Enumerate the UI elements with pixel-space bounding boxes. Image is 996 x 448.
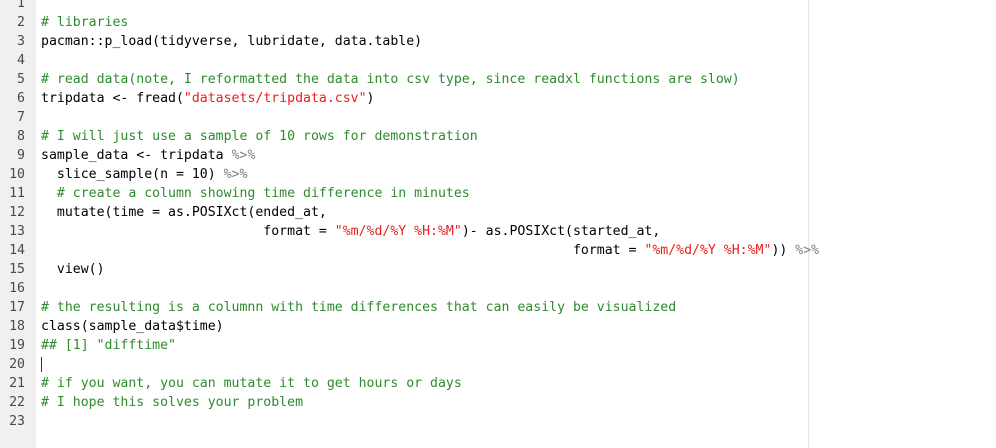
code-text[interactable]: sample_data <- tripdata %>% [41,146,255,165]
line-number: 13 [9,224,25,239]
code-text[interactable]: pacman::p_load(tidyverse, lubridate, dat… [41,32,422,51]
code-text[interactable]: # I will just use a sample of 10 rows fo… [41,127,478,146]
line-number: 2 [17,15,25,30]
line-number: 23 [9,414,25,429]
code-text[interactable]: ## [1] "difftime" [41,336,176,355]
line-number: 16 [9,281,25,296]
line-number: 12 [9,205,25,220]
code-line[interactable]: 1 [0,0,996,13]
code-text[interactable]: # libraries [41,13,128,32]
code-text[interactable]: format = "%m/%d/%Y %H:%M")- as.POSIXct(s… [41,222,660,241]
line-number: 1 [17,0,25,11]
code-line[interactable]: 5 # read data(note, I reformatted the dat… [0,70,996,89]
code-line[interactable]: 12 mutate(time = as.POSIXct(ended_at, [0,203,996,222]
code-line[interactable]: 18 class(sample_data$time) [0,317,996,336]
code-string: "%m/%d/%Y %H:%M" [644,243,772,258]
line-number: 7 [17,110,25,125]
code-string: "%m/%d/%Y %H:%M" [334,224,462,239]
line-number: 9 [17,148,25,163]
code-token: mutate(time = as.POSIXct(ended_at, [41,205,327,220]
line-number: 15 [9,262,25,277]
line-number: 3 [17,34,25,49]
code-line[interactable]: 3 pacman::p_load(tidyverse, lubridate, da… [0,32,996,51]
code-string: "datasets/tripdata.csv" [183,91,367,106]
code-comment: # read data(note, I reformatted the data… [41,72,740,87]
code-text[interactable]: # read data(note, I reformatted the data… [41,70,740,89]
line-number: 19 [9,338,25,353]
code-line[interactable]: 14 format = "%m/%d/%Y %H:%M")) %>% [0,241,996,260]
line-number: 8 [17,129,25,144]
code-text[interactable]: # the resulting is a columnn with time d… [41,298,676,317]
code-line[interactable]: 10 slice_sample(n = 10) %>% [0,165,996,184]
code-line[interactable]: 13 format = "%m/%d/%Y %H:%M")- as.POSIXc… [0,222,996,241]
code-line[interactable]: 22 # I hope this solves your problem [0,393,996,412]
line-number: 4 [17,53,25,68]
code-comment: # create a column showing time differenc… [41,186,470,201]
line-number: 10 [9,167,25,182]
code-token: format = [41,243,645,258]
code-comment: ## [1] "difftime" [41,338,176,353]
code-line[interactable]: 16 [0,279,996,298]
code-line[interactable]: 7 [0,108,996,127]
code-line[interactable]: 21 # if you want, you can mutate it to ge… [0,374,996,393]
line-number: 18 [9,319,25,334]
line-number: 20 [9,357,25,372]
code-line[interactable]: 6 tripdata <- fread("datasets/tripdata.cs… [0,89,996,108]
code-comment: # libraries [41,15,129,30]
code-text[interactable]: mutate(time = as.POSIXct(ended_at, [41,203,327,222]
code-lines[interactable]: 1 2 # libraries 3 pacman::p_load(tidyverse, … [0,0,996,431]
line-number: 5 [17,72,25,87]
line-number: 11 [9,186,25,201]
pipe-operator: %>% [223,167,248,182]
code-line[interactable]: 2 # libraries [0,13,996,32]
line-number: 6 [17,91,25,106]
code-text[interactable] [41,355,42,374]
code-text[interactable]: # if you want, you can mutate it to get … [41,374,462,393]
code-line[interactable]: 8 # I will just use a sample of 10 rows f… [0,127,996,146]
code-token: class(sample_data$time) [41,319,224,334]
code-comment: # if you want, you can mutate it to get … [41,376,462,391]
code-text[interactable]: view() [41,260,105,279]
code-comment: # the resulting is a columnn with time d… [41,300,677,315]
code-token: format = [41,224,335,239]
code-token: sample_data <- tripdata [41,148,232,163]
code-text[interactable]: format = "%m/%d/%Y %H:%M")) %>% [41,241,819,260]
code-comment: # I hope this solves your problem [41,395,304,410]
code-token: )- as.POSIXct(started_at, [461,224,661,239]
code-line[interactable]: 11 # create a column showing time differ… [0,184,996,203]
code-token: )) [771,243,796,258]
code-token: pacman::p_load(tidyverse, lubridate, dat… [41,34,423,49]
code-token: tripdata <- fread( [41,91,184,106]
pipe-operator: %>% [231,148,256,163]
line-number: 17 [9,300,25,315]
code-token: ) [366,91,375,106]
pipe-operator: %>% [795,243,820,258]
code-line[interactable]: 17 # the resulting is a columnn with time… [0,298,996,317]
code-line[interactable]: 19 ## [1] "difftime" [0,336,996,355]
code-text[interactable]: slice_sample(n = 10) %>% [41,165,248,184]
code-text[interactable]: class(sample_data$time) [41,317,224,336]
code-editor[interactable]: 1 2 # libraries 3 pacman::p_load(tidyverse, … [0,0,996,448]
code-line[interactable]: 9 sample_data <- tripdata %>% [0,146,996,165]
code-text[interactable]: tripdata <- fread("datasets/tripdata.csv… [41,89,375,108]
code-line[interactable]: 23 [0,412,996,431]
code-line[interactable]: 15 view() [0,260,996,279]
line-number: 14 [9,243,25,258]
code-token: view() [41,262,105,277]
code-text[interactable]: # create a column showing time differenc… [41,184,470,203]
code-line[interactable]: 20 [0,355,996,374]
code-text[interactable]: # I hope this solves your problem [41,393,303,412]
code-token: slice_sample(n = 10) [41,167,224,182]
code-comment: # I will just use a sample of 10 rows fo… [41,129,478,144]
code-line[interactable]: 4 [0,51,996,70]
line-number: 21 [9,376,25,391]
line-number: 22 [9,395,25,410]
text-cursor [41,356,42,372]
